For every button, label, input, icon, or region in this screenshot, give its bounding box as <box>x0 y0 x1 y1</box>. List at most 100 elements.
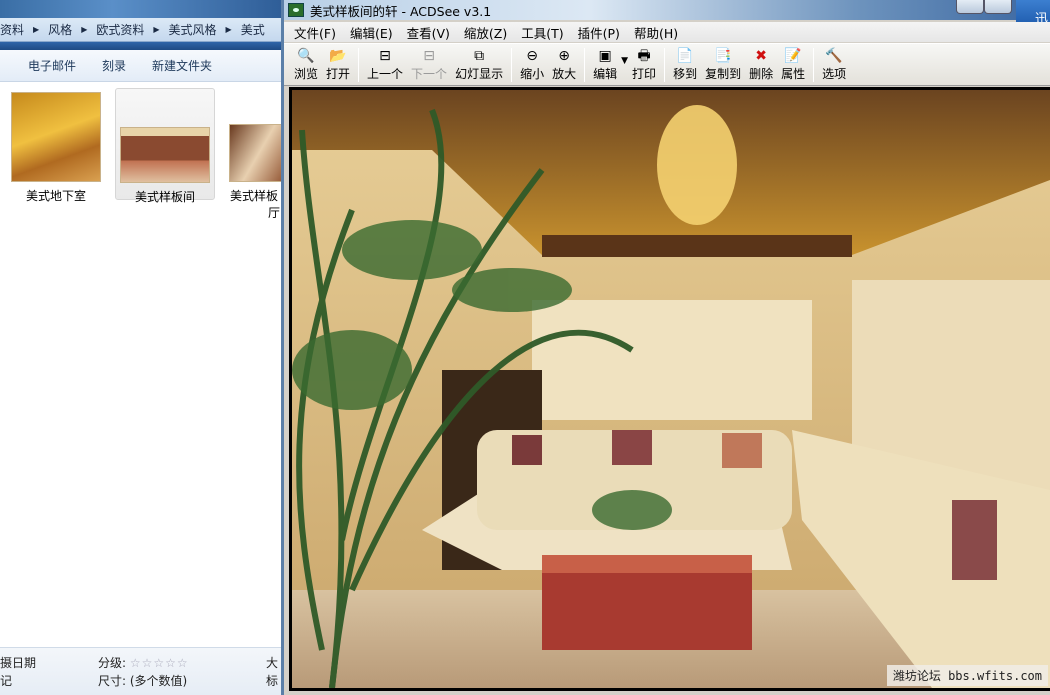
rating-label: 分级: <box>98 656 127 670</box>
divider <box>0 42 281 50</box>
edit-button[interactable]: ▣ 编辑 <box>589 44 621 82</box>
zoom-in-button[interactable]: ⊕ 放大 <box>548 44 580 82</box>
toolbar-separator <box>584 48 586 82</box>
slideshow-button[interactable]: ⧉ 幻灯显示 <box>451 44 507 82</box>
browse-button[interactable]: 🔍 浏览 <box>290 44 322 82</box>
explorer-window: 资料 ▶ 风格 ▶ 欧式资料 ▶ 美式风格 ▶ 美式 电子邮件 刻录 新建文件夹 美式地下室 美… <box>0 0 289 695</box>
breadcrumb-separator-icon[interactable]: ▶ <box>33 25 39 34</box>
toolbar-label: 放大 <box>552 67 577 81</box>
zoom-out-icon: ⊖ <box>526 48 538 64</box>
menu-item[interactable]: 工具(T) <box>521 23 563 42</box>
breadcrumb-separator-icon[interactable]: ▶ <box>226 25 232 34</box>
details-pane: 摄日期 记 分级: ☆☆☆☆☆ 尺寸: (多个数值) 大 标 <box>0 647 281 695</box>
details-label: 记 <box>0 674 13 688</box>
next-button[interactable]: ⊟ 下一个 <box>407 44 451 82</box>
next-icon: ⊟ <box>423 48 435 64</box>
breadcrumb-separator-icon[interactable]: ▶ <box>153 25 159 34</box>
email-button[interactable]: 电子邮件 <box>28 57 76 74</box>
breadcrumb-item[interactable]: 美式 <box>241 21 265 38</box>
toolbar-label: 属性 <box>781 67 806 81</box>
properties-icon: 📝 <box>784 48 802 64</box>
maximize-button[interactable] <box>984 0 1012 14</box>
photo-living-room <box>292 90 1050 688</box>
breadcrumb[interactable]: 资料 ▶ 风格 ▶ 欧式资料 ▶ 美式风格 ▶ 美式 <box>0 18 281 42</box>
menu-item[interactable]: 缩放(Z) <box>464 23 507 42</box>
thumbnail-image <box>120 127 210 183</box>
acdsee-window: 美式样板间的轩 - ACDSee v3.1 迅 文件(F) 编辑(E) 查看(V) 缩… <box>281 0 1050 695</box>
toolbar-label: 打开 <box>326 67 351 81</box>
breadcrumb-item[interactable]: 资料 <box>0 21 24 38</box>
menu-item[interactable]: 帮助(H) <box>634 23 678 42</box>
toolbar-label: 选项 <box>822 67 847 81</box>
toolbar-label: 上一个 <box>367 67 404 81</box>
explorer-toolbar: 电子邮件 刻录 新建文件夹 <box>0 50 281 82</box>
toolbar-separator <box>664 48 666 82</box>
file-list: 美式地下室 美式样板间 美式样板 厅 <box>0 82 289 647</box>
minimize-button[interactable] <box>956 0 984 14</box>
menu-item[interactable]: 文件(F) <box>294 23 336 42</box>
menu-item[interactable]: 查看(V) <box>407 23 450 42</box>
edit-icon: ▣ <box>598 48 612 64</box>
move-to-icon: 📄 <box>676 48 694 64</box>
browse-icon: 🔍 <box>297 48 315 64</box>
menu-item[interactable]: 插件(P) <box>578 23 620 42</box>
open-folder-icon: 📂 <box>329 48 347 64</box>
copy-to-button[interactable]: 📑 复制到 <box>701 44 745 82</box>
menu-bar: 文件(F) 编辑(E) 查看(V) 缩放(Z) 工具(T) 插件(P) 帮助(H) <box>284 22 1050 42</box>
print-button[interactable]: 🖶 打印 <box>628 44 660 82</box>
previous-icon: ⊟ <box>379 48 391 64</box>
toolbar-separator <box>358 48 360 82</box>
toolbar-label: 编辑 <box>593 67 618 81</box>
toolbar: 🔍 浏览 📂 打开 ⊟ 上一个 ⊟ 下一个 ⧉ 幻灯显示 ⊖ 缩小 ⊕ 放大 ▣ 编辑 ▼ 🖶 打印 📄 移到 📑 复制到 ✖… <box>284 43 1050 86</box>
delete-button[interactable]: ✖ 删除 <box>745 44 777 82</box>
breadcrumb-item[interactable]: 美式风格 <box>169 21 217 38</box>
breadcrumb-separator-icon[interactable]: ▶ <box>81 25 87 34</box>
slideshow-icon: ⧉ <box>474 48 485 64</box>
image-viewer[interactable]: 潍坊论坛 bbs.wfits.com <box>289 87 1050 691</box>
burn-button[interactable]: 刻录 <box>102 57 126 74</box>
breadcrumb-item[interactable]: 风格 <box>48 21 72 38</box>
print-icon: 🖶 <box>637 48 651 64</box>
toolbar-label: 复制到 <box>705 67 742 81</box>
size-value: (多个数值) <box>129 674 188 688</box>
acdsee-titlebar: 美式样板间的轩 - ACDSee v3.1 <box>284 0 1050 20</box>
toolbar-separator <box>813 48 815 82</box>
window-title: 美式样板间的轩 - ACDSee v3.1 <box>310 3 492 19</box>
watermark-text: 潍坊论坛 bbs.wfits.com <box>886 665 1048 686</box>
menu-item[interactable]: 编辑(E) <box>350 23 393 42</box>
new-folder-button[interactable]: 新建文件夹 <box>152 57 212 74</box>
file-item[interactable]: 美式地下室 <box>6 88 106 203</box>
copy-to-icon: 📑 <box>714 48 732 64</box>
file-label: 美式地下室 <box>25 189 86 203</box>
size-label: 尺寸: <box>98 674 127 688</box>
zoom-in-icon: ⊕ <box>558 48 570 64</box>
toolbar-label: 打印 <box>632 67 657 81</box>
toolbar-separator <box>511 48 513 82</box>
rating-stars[interactable]: ☆☆☆☆☆ <box>130 656 189 670</box>
details-label: 大 <box>266 656 279 670</box>
details-label: 标 <box>266 674 279 688</box>
toolbar-label: 下一个 <box>411 67 448 81</box>
previous-button[interactable]: ⊟ 上一个 <box>363 44 407 82</box>
dropdown-arrow-icon[interactable]: ▼ <box>621 56 628 66</box>
options-button[interactable]: 🔨 选项 <box>818 44 850 82</box>
explorer-titlebar <box>0 0 281 18</box>
zoom-out-button[interactable]: ⊖ 缩小 <box>516 44 548 82</box>
acdsee-logo-icon <box>288 3 304 17</box>
file-label: 美式样板 <box>230 189 279 203</box>
toolbar-label: 删除 <box>749 67 774 81</box>
breadcrumb-item[interactable]: 欧式资料 <box>96 21 144 38</box>
file-item[interactable]: 美式样板 厅 <box>226 88 289 220</box>
toolbar-label: 缩小 <box>520 67 545 81</box>
properties-button[interactable]: 📝 属性 <box>777 44 809 82</box>
date-taken-label: 摄日期 <box>0 656 37 670</box>
thumbnail-image <box>11 92 101 182</box>
file-label: 美式样板间 <box>134 190 195 204</box>
options-icon: 🔨 <box>825 48 843 64</box>
thumbnail-image <box>229 124 289 182</box>
open-folder-button[interactable]: 📂 打开 <box>322 44 354 82</box>
toolbar-label: 浏览 <box>294 67 319 81</box>
file-item-selected[interactable]: 美式样板间 <box>115 88 215 204</box>
delete-icon: ✖ <box>755 48 767 64</box>
move-to-button[interactable]: 📄 移到 <box>669 44 701 82</box>
